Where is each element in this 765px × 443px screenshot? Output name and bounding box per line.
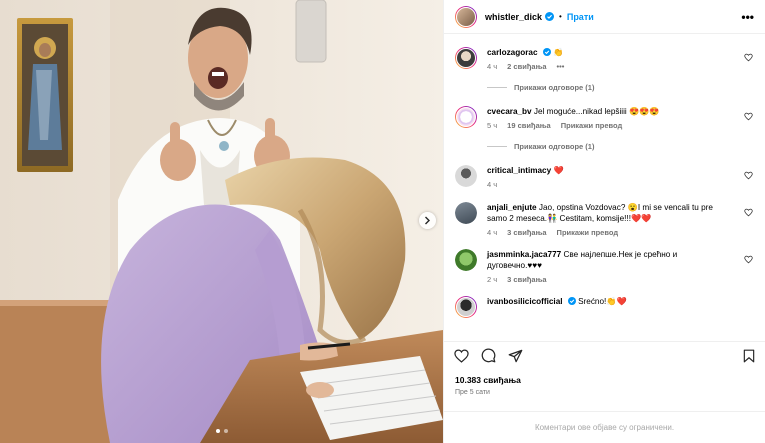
commenter-username[interactable]: cvecara_bv [487, 107, 532, 116]
commenter-avatar[interactable] [455, 202, 477, 224]
post-action-bar [444, 341, 765, 369]
see-translation-button[interactable]: Прикажи превод [557, 228, 619, 237]
heart-icon[interactable] [744, 112, 753, 121]
commenter-username[interactable]: ivanbosilicicofficial [487, 297, 563, 306]
comment-likes[interactable]: 3 свиђања [507, 228, 546, 237]
share-button[interactable] [508, 349, 523, 363]
next-photo-button[interactable] [419, 212, 436, 229]
commenter-username[interactable]: anjali_enjute [487, 203, 537, 212]
commenter-username[interactable]: critical_intimacy [487, 166, 551, 175]
comment-options-icon[interactable]: ••• [557, 62, 565, 71]
share-icon [508, 349, 523, 362]
commenter-avatar[interactable] [455, 106, 477, 128]
commenter-avatar[interactable] [455, 165, 477, 187]
view-replies-label: Прикажи одговоре (1) [514, 141, 595, 151]
comments-list[interactable]: carlozagorac 👏 4 ч 2 свиђања ••• Прикажи… [444, 35, 765, 341]
commenter-avatar[interactable] [455, 249, 477, 271]
post-header: whistler_dick • Прати ••• [444, 0, 765, 34]
chevron-right-icon [425, 216, 430, 225]
separator-dot: • [559, 12, 562, 21]
verified-badge-icon [567, 297, 576, 305]
commenter-avatar[interactable] [455, 296, 477, 318]
follow-button[interactable]: Прати [567, 12, 594, 22]
comment-likes[interactable]: 3 свиђања [507, 275, 546, 284]
comment-time: 2 ч [487, 275, 498, 284]
comments-limited-notice: Коментари ове објаве су ограничени. [444, 411, 765, 443]
comment-item: critical_intimacy ❤️ 4 ч [455, 165, 754, 189]
comment-time: 4 ч [487, 180, 498, 189]
verified-badge-icon [545, 12, 555, 21]
post-timestamp[interactable]: Пре 5 сати [455, 389, 490, 396]
carousel-dot-active [215, 429, 220, 433]
comment-item: anjali_enjute Jao, opstina Vozdovac? 😮I … [455, 202, 754, 237]
carousel-indicator [0, 429, 443, 433]
wedding-signing-photo [0, 0, 443, 443]
bookmark-icon [743, 349, 755, 362]
heart-icon[interactable] [744, 208, 753, 217]
comment-time: 4 ч [487, 62, 498, 71]
comment-body: Jel moguće...nikad lepšiiii 😍😍😍 [533, 107, 660, 116]
commenter-avatar[interactable] [455, 47, 477, 69]
heart-icon [454, 348, 469, 363]
more-options-icon[interactable]: ••• [741, 10, 754, 24]
post-photo[interactable] [0, 0, 443, 443]
verified-badge-icon [542, 48, 551, 56]
author-avatar[interactable] [455, 5, 477, 28]
carousel-dot [223, 429, 228, 433]
comment-icon [481, 348, 496, 363]
comment-likes[interactable]: 19 свиђања [507, 121, 551, 130]
heart-icon[interactable] [744, 171, 753, 180]
instagram-post-dialog: whistler_dick • Прати ••• carlozagorac 👏… [0, 0, 765, 443]
heart-icon[interactable] [744, 255, 753, 264]
commenter-username[interactable]: jasmminka.jaca777 [487, 250, 561, 259]
comment-item: ivanbosilicicofficial Srećno!👏❤️ [455, 296, 754, 318]
commenter-username[interactable]: carlozagorac [487, 48, 538, 57]
view-replies-button[interactable]: Прикажи одговоре (1) [487, 140, 754, 152]
view-replies-label: Прикажи одговоре (1) [514, 82, 595, 92]
comment-item: jasmminka.jaca777 Све најлепше.Нек је ср… [455, 249, 754, 284]
heart-icon[interactable] [744, 53, 753, 62]
comment-body: Srećno!👏❤️ [578, 297, 627, 306]
comment-text: carlozagorac 👏 [487, 47, 734, 58]
like-count[interactable]: 10.383 свиђања [455, 375, 521, 385]
comment-button[interactable] [481, 348, 496, 363]
comment-time: 5 ч [487, 121, 498, 130]
comment-item: cvecara_bv Jel moguće...nikad lepšiiii 😍… [455, 106, 754, 130]
author-username[interactable]: whistler_dick [485, 12, 542, 22]
comment-item: carlozagorac 👏 4 ч 2 свиђања ••• [455, 47, 754, 71]
comment-body: ❤️ [553, 166, 564, 175]
post-sidebar: whistler_dick • Прати ••• carlozagorac 👏… [443, 0, 765, 443]
like-button[interactable] [454, 348, 469, 363]
view-replies-button[interactable]: Прикажи одговоре (1) [487, 81, 754, 93]
comment-time: 4 ч [487, 228, 498, 237]
comment-likes[interactable]: 2 свиђања [507, 62, 546, 71]
save-button[interactable] [743, 349, 755, 363]
comment-body: 👏 [553, 48, 564, 57]
see-translation-button[interactable]: Прикажи превод [561, 121, 623, 130]
